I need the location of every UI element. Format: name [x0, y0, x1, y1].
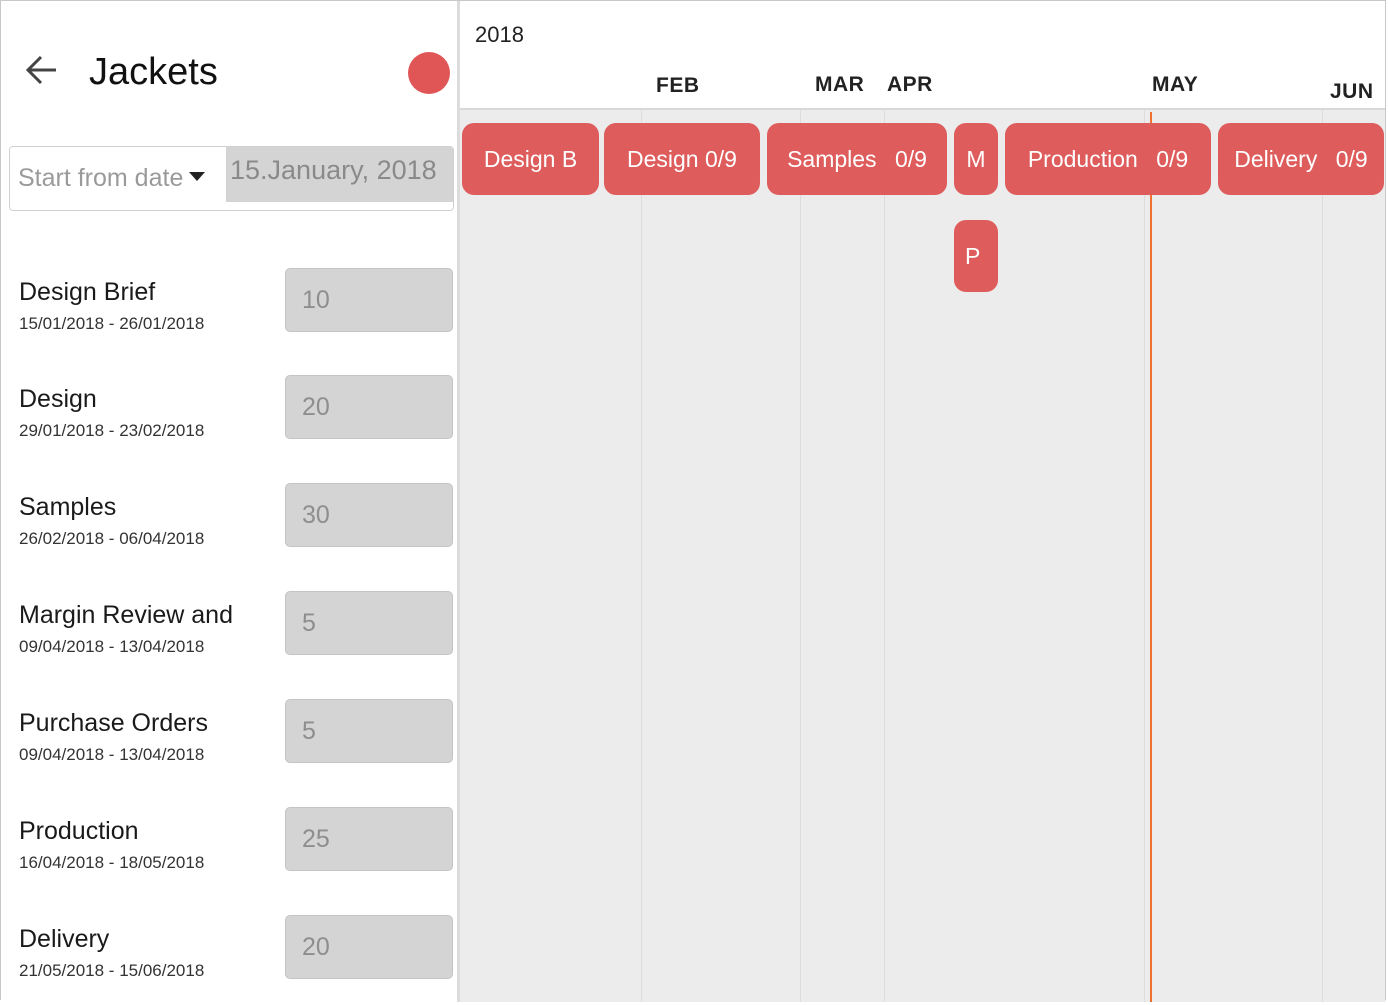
phase-row: Purchase Orders 09/04/2018 - 13/04/2018 [19, 699, 459, 789]
month-label: FEB [656, 74, 700, 97]
month-label: MAY [1152, 73, 1199, 96]
phase-dates: 09/04/2018 - 13/04/2018 [19, 637, 205, 656]
gantt-bar[interactable]: P [954, 220, 998, 292]
date-mode-select[interactable]: Start from date [10, 147, 226, 210]
date-mode-label: Start from date [18, 164, 184, 192]
bar-label: Samples [787, 146, 877, 172]
phase-panel: Jackets Start from date 15.January, 2018… [0, 0, 460, 1002]
phase-duration-input[interactable] [285, 807, 453, 871]
phase-name: Delivery [19, 925, 110, 953]
phase-duration-input[interactable] [285, 591, 453, 655]
gantt-bar[interactable]: Samples 0/9 [767, 123, 947, 195]
month-label: MAR [815, 73, 865, 96]
bar-label: Design [627, 146, 699, 172]
phase-dates: 21/05/2018 - 15/06/2018 [19, 961, 205, 980]
phase-name: Design Brief [19, 278, 156, 306]
phase-name: Margin Review and [19, 601, 233, 629]
phase-name: Purchase Orders [19, 709, 208, 737]
month-label: APR [887, 73, 933, 96]
month-gridline [641, 110, 642, 1002]
phase-name: Design [19, 385, 97, 413]
start-date-field[interactable]: 15.January, 2018 [226, 147, 453, 202]
bar-label: M [966, 146, 986, 172]
gantt-bar[interactable]: Design B [462, 123, 599, 195]
gantt-bar[interactable]: M [954, 123, 998, 195]
phase-row: Delivery 21/05/2018 - 15/06/2018 [19, 915, 459, 1005]
phase-name: Production [19, 817, 139, 845]
month-gridline [1322, 110, 1323, 1002]
bar-progress: 0/9 [1335, 146, 1368, 172]
phase-duration-input[interactable] [285, 375, 453, 439]
month-gridline [800, 110, 801, 1002]
phase-duration-input[interactable] [285, 915, 453, 979]
phase-dates: 29/01/2018 - 23/02/2018 [19, 421, 205, 440]
month-gridline [1144, 110, 1145, 1002]
phase-duration-input[interactable] [285, 483, 453, 547]
start-date-picker: Start from date 15.January, 2018 [9, 146, 454, 211]
bar-label: Production [1027, 146, 1138, 172]
phase-row: Margin Review and 09/04/2018 - 13/04/201… [19, 591, 459, 681]
phase-dates: 16/04/2018 - 18/05/2018 [19, 853, 205, 872]
month-gridline [884, 110, 885, 1002]
timeline-header: 2018 FEB MAR APR MAY JUN [460, 0, 1386, 110]
bar-label: Design B [483, 146, 578, 172]
arrow-left-icon[interactable] [24, 52, 60, 88]
bar-progress: 0/9 [1156, 146, 1189, 172]
timeline: 2018 FEB MAR APR MAY JUN Design B Design… [460, 0, 1386, 1002]
phase-dates: 09/04/2018 - 13/04/2018 [19, 745, 205, 764]
bar-label: Delivery [1234, 146, 1318, 172]
phase-duration-input[interactable] [285, 268, 453, 332]
month-label: JUN [1330, 80, 1374, 103]
phase-dates: 26/02/2018 - 06/04/2018 [19, 529, 205, 548]
bar-progress: 0/9 [894, 146, 927, 172]
timeline-year: 2018 [475, 22, 524, 47]
phase-row: Design Brief 15/01/2018 - 26/01/2018 [19, 268, 459, 358]
phase-name: Samples [19, 493, 117, 521]
phase-row: Production 16/04/2018 - 18/05/2018 [19, 807, 459, 897]
status-indicator [408, 52, 450, 94]
page-title: Jackets [89, 51, 218, 93]
phase-duration-input[interactable] [285, 699, 453, 763]
phase-dates: 15/01/2018 - 26/01/2018 [19, 314, 205, 333]
phase-row: Design 29/01/2018 - 23/02/2018 [19, 375, 459, 465]
bar-progress: 0/9 [705, 146, 737, 172]
gantt-bar[interactable]: Delivery 0/9 [1218, 123, 1384, 195]
caret-down-icon [189, 172, 206, 181]
gantt-bar[interactable]: Production 0/9 [1005, 123, 1211, 195]
today-marker [1150, 112, 1152, 1002]
bar-label: P [965, 243, 981, 269]
gantt-bar[interactable]: Design 0/9 [604, 123, 760, 195]
phase-row: Samples 26/02/2018 - 06/04/2018 [19, 483, 459, 573]
